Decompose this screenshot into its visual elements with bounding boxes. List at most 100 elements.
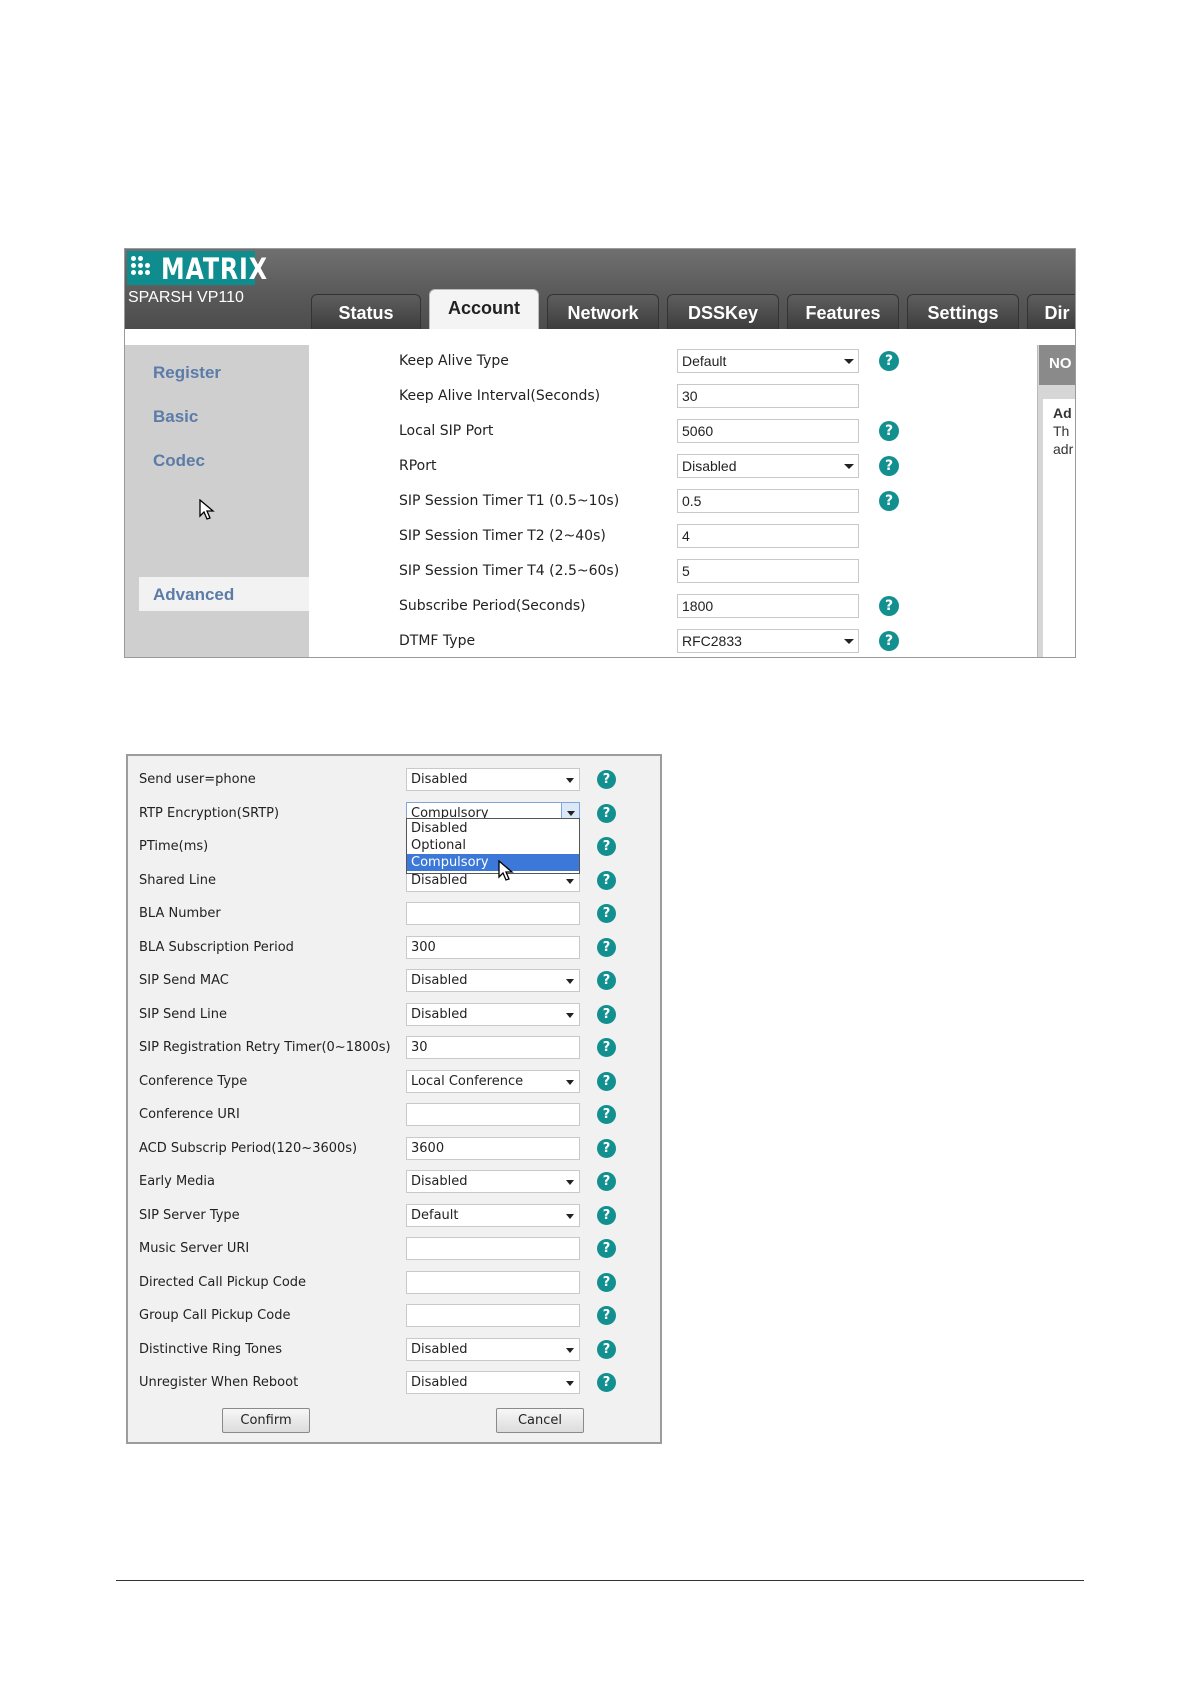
label-conference-uri: Conference URI [139, 1107, 240, 1122]
help-icon[interactable]: ? [597, 1138, 616, 1158]
help-icon[interactable]: ? [597, 870, 616, 890]
help-icon[interactable]: ? [597, 1038, 616, 1057]
select-value: Disabled [411, 973, 468, 988]
unregister-when-reboot-select[interactable]: Disabled [406, 1371, 580, 1394]
cancel-button[interactable]: Cancel [496, 1408, 584, 1433]
label-sip-send-mac: SIP Send MAC [139, 973, 229, 988]
help-icon[interactable]: ? [597, 1339, 616, 1359]
srtp-option-disabled[interactable]: Disabled [407, 820, 579, 837]
help-icon[interactable]: ? [879, 421, 899, 441]
sip-session-timer-t4-input[interactable]: 5 [677, 559, 859, 583]
advanced-settings-continued-screenshot: Send user=phone Disabled? RTP Encryption(S… [126, 754, 662, 1444]
help-icon[interactable]: ? [597, 1239, 616, 1258]
label-unregister-when-reboot: Unregister When Reboot [139, 1375, 299, 1390]
confirm-button[interactable]: Confirm [222, 1408, 310, 1433]
subscribe-period-input[interactable]: 1800 [677, 594, 859, 618]
directed-call-pickup-code-input[interactable] [406, 1270, 580, 1294]
help-icon[interactable]: ? [597, 1272, 616, 1292]
label-conference-type: Conference Type [139, 1073, 248, 1089]
sip-registration-retry-timer-0-1800s-input[interactable]: 30 [406, 1036, 580, 1059]
help-icon[interactable]: ? [879, 596, 899, 616]
acd-subscrip-period-120-3600s-input[interactable]: 3600 [406, 1136, 580, 1160]
help-icon[interactable]: ? [879, 631, 899, 651]
tab-account[interactable]: Account [429, 289, 539, 331]
select-value: Disabled [411, 1174, 468, 1189]
chevron-down-icon [566, 979, 574, 984]
label-distinctive-ring-tones: Distinctive Ring Tones [139, 1341, 282, 1357]
sip-session-timer-t1-input[interactable]: 0.5 [677, 489, 859, 513]
label-subscribe-period: Subscribe Period(Seconds) [399, 598, 586, 614]
tab-directory[interactable]: Dir [1027, 294, 1075, 329]
srtp-option-compulsory[interactable]: Compulsory [407, 854, 579, 871]
early-media-select[interactable]: Disabled [406, 1170, 580, 1193]
help-icon[interactable]: ? [597, 1004, 616, 1024]
help-icon[interactable]: ? [597, 1373, 616, 1392]
chevron-down-icon [566, 1180, 574, 1185]
dtmf-type-select[interactable]: RFC2833 [677, 629, 859, 653]
device-model: SPARSH VP110 [128, 289, 244, 306]
send-user-phone-select[interactable]: Disabled [406, 768, 580, 791]
sidebar-item-register[interactable]: Register [153, 363, 221, 383]
help-icon[interactable]: ? [879, 456, 899, 476]
label-sip-session-timer-t2: SIP Session Timer T2 (2~40s) [399, 528, 606, 544]
chevron-down-icon [567, 810, 575, 816]
sip-session-timer-t2-input[interactable]: 4 [677, 524, 859, 548]
rport-select[interactable]: Disabled [677, 454, 859, 478]
sip-send-line-select[interactable]: Disabled [406, 1002, 580, 1026]
conference-type-select[interactable]: Local Conference [406, 1069, 580, 1093]
srtp-option-optional[interactable]: Optional [407, 837, 579, 854]
label-sip-send-line: SIP Send Line [139, 1006, 228, 1022]
group-call-pickup-code-input[interactable] [406, 1304, 580, 1327]
help-icon[interactable]: ? [597, 1172, 616, 1191]
help-icon[interactable]: ? [597, 803, 616, 823]
distinctive-ring-tones-select[interactable]: Disabled [406, 1337, 580, 1361]
label-early-media: Early Media [139, 1174, 216, 1189]
label-shared-line: Shared Line [139, 872, 216, 888]
conference-uri-input[interactable] [406, 1103, 580, 1126]
select-value: Disabled [411, 1375, 468, 1390]
help-icon[interactable]: ? [597, 971, 616, 990]
help-icon[interactable]: ? [879, 351, 899, 371]
label-sip-session-timer-t4: SIP Session Timer T4 (2.5~60s) [399, 563, 620, 579]
sidebar-item-codec[interactable]: Codec [153, 451, 205, 471]
sip-send-mac-select[interactable]: Disabled [406, 969, 580, 992]
chevron-down-icon [566, 878, 574, 884]
help-icon[interactable]: ? [597, 937, 616, 957]
tab-network[interactable]: Network [547, 294, 659, 329]
matrix-logo: MATRIX [127, 251, 267, 286]
sidebar-item-advanced[interactable]: Advanced [153, 585, 234, 605]
help-icon[interactable]: ? [879, 491, 899, 511]
keep-alive-interval-input[interactable]: 30 [677, 384, 859, 408]
select-value: Disabled [411, 772, 468, 787]
help-icon[interactable]: ? [597, 1071, 616, 1091]
help-icon[interactable]: ? [597, 904, 616, 923]
music-server-uri-input[interactable] [406, 1237, 580, 1260]
help-icon[interactable]: ? [597, 1205, 616, 1225]
chevron-down-icon [844, 639, 854, 644]
help-icon[interactable]: ? [597, 837, 616, 856]
logo-dots-icon [131, 256, 155, 280]
sidebar-item-basic[interactable]: Basic [153, 407, 198, 427]
local-sip-port-input[interactable]: 5060 [677, 419, 859, 443]
chevron-down-icon [844, 359, 854, 364]
tab-settings[interactable]: Settings [907, 294, 1019, 329]
tab-dsskey[interactable]: DSSKey [667, 294, 779, 329]
tab-features[interactable]: Features [787, 294, 899, 329]
note-line: Th [1053, 423, 1070, 439]
chevron-down-icon [566, 1079, 574, 1085]
chevron-down-icon [566, 1381, 574, 1386]
bla-subscription-period-input[interactable]: 300 [406, 935, 580, 959]
help-icon[interactable]: ? [597, 770, 616, 789]
label-directed-call-pickup-code: Directed Call Pickup Code [139, 1274, 307, 1290]
bla-number-input[interactable] [406, 902, 580, 925]
help-icon[interactable]: ? [597, 1306, 616, 1325]
tab-status[interactable]: Status [311, 294, 421, 329]
logo-text: MATRIX [161, 252, 268, 286]
sip-server-type-select[interactable]: Default [406, 1203, 580, 1227]
label-sip-server-type: SIP Server Type [139, 1207, 240, 1223]
label-acd-subscrip-period-120-3600s: ACD Subscrip Period(120~3600s) [139, 1140, 358, 1156]
note-line: adr [1053, 441, 1074, 457]
keep-alive-type-select[interactable]: Default [677, 349, 859, 373]
chevron-down-icon [566, 778, 574, 783]
help-icon[interactable]: ? [597, 1105, 616, 1124]
